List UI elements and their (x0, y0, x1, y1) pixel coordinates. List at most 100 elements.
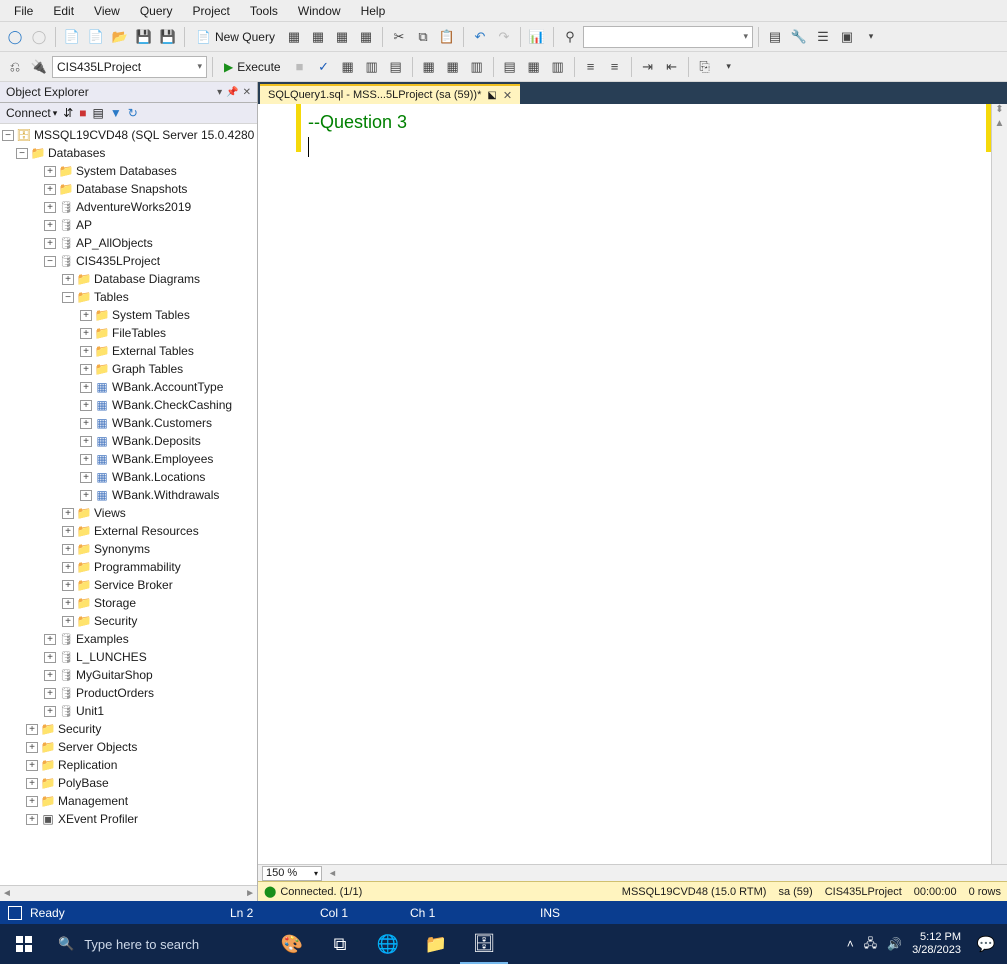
tab-close-icon[interactable]: ✕ (503, 89, 512, 102)
parse-button[interactable]: ✓ (313, 56, 335, 78)
cis435l-node[interactable]: CIS435LProject (76, 252, 160, 270)
menu-tools[interactable]: Tools (240, 2, 288, 20)
db-security-node[interactable]: Security (94, 612, 137, 630)
databases-node[interactable]: Databases (48, 144, 105, 162)
split-icon[interactable]: ⬍ (995, 104, 1003, 118)
code-editor[interactable]: --Question 3 ⬍ ▲ (258, 104, 1007, 864)
tray-volume-icon[interactable]: 🔊 (887, 937, 902, 951)
table-customers[interactable]: WBank.Customers (112, 414, 212, 432)
comment-button[interactable]: ≡ (580, 56, 602, 78)
dmx-query-button[interactable]: ▦ (307, 26, 329, 48)
taskbar-app-edge[interactable]: 🌐 (364, 924, 412, 964)
taskbar-app-copilot[interactable]: 🎨 (268, 924, 316, 964)
template-explorer-button[interactable]: ▣ (836, 26, 858, 48)
panel-close-icon[interactable]: ✕ (243, 87, 251, 98)
notification-button[interactable]: 💬 (971, 935, 1001, 953)
query-options-button[interactable]: ▥ (361, 56, 383, 78)
table-withdrawals[interactable]: WBank.Withdrawals (112, 486, 219, 504)
taskbar-clock[interactable]: 5:12 PM 3/28/2023 (912, 931, 961, 957)
new-project-button[interactable]: 📄 (61, 26, 83, 48)
disconnect-icon[interactable]: ⇵ (63, 106, 73, 120)
myguitarshop-db-node[interactable]: MyGuitarShop (76, 666, 153, 684)
programmability-node[interactable]: Programmability (94, 558, 181, 576)
service-broker-node[interactable]: Service Broker (94, 576, 173, 594)
nav-fwd-button[interactable]: ◯ (28, 26, 50, 48)
properties-button[interactable]: 🔧 (788, 26, 810, 48)
tray-chevron-icon[interactable]: ˄ (847, 937, 854, 951)
toolbox-button[interactable]: ☰ (812, 26, 834, 48)
polybase-node[interactable]: PolyBase (58, 774, 109, 792)
mdx-query-button[interactable]: ▦ (283, 26, 305, 48)
security-node[interactable]: Security (58, 720, 101, 738)
stop-icon[interactable]: ■ (79, 106, 86, 120)
scroll-left-icon[interactable]: ◄ (328, 868, 337, 878)
indent-button[interactable]: ⇥ (637, 56, 659, 78)
results-text-button[interactable]: ▤ (499, 56, 521, 78)
editor-tab-active[interactable]: SQLQuery1.sql - MSS...5LProject (sa (59)… (260, 84, 520, 104)
redo-button[interactable]: ↷ (493, 26, 515, 48)
graph-tables-node[interactable]: Graph Tables (112, 360, 183, 378)
specify-values-button[interactable]: ⎘ (694, 56, 716, 78)
views-node[interactable]: Views (94, 504, 126, 522)
xevent-profiler-node[interactable]: XEvent Profiler (58, 810, 138, 828)
table-locations[interactable]: WBank.Locations (112, 468, 205, 486)
undo-button[interactable]: ↶ (469, 26, 491, 48)
results-file-button[interactable]: ▥ (547, 56, 569, 78)
tab-pin-icon[interactable]: ⬕ (487, 90, 496, 101)
execute-button[interactable]: ▶ Execute (218, 56, 287, 78)
nav-back-button[interactable]: ◯ (4, 26, 26, 48)
activity-monitor-button[interactable]: 📊 (526, 26, 548, 48)
connect-button[interactable]: Connect▾ (6, 106, 57, 120)
server-node[interactable]: MSSQL19CVD48 (SQL Server 15.0.4280 (34, 126, 254, 144)
taskbar-app-ssms[interactable]: 🗄 (460, 924, 508, 964)
file-tables-node[interactable]: FileTables (112, 324, 166, 342)
menu-help[interactable]: Help (351, 2, 396, 20)
ap-allobjects-node[interactable]: AP_AllObjects (76, 234, 153, 252)
outdent-button[interactable]: ⇤ (661, 56, 683, 78)
refresh-icon[interactable]: ↻ (128, 106, 138, 120)
replication-node[interactable]: Replication (58, 756, 117, 774)
table-deposits[interactable]: WBank.Deposits (112, 432, 201, 450)
menu-view[interactable]: View (84, 2, 130, 20)
copy-button[interactable]: ⧉ (412, 26, 434, 48)
live-stats-button[interactable]: ▦ (442, 56, 464, 78)
taskbar-app-taskview[interactable]: ⧉ (316, 924, 364, 964)
examples-db-node[interactable]: Examples (76, 630, 129, 648)
db-diagrams-node[interactable]: Database Diagrams (94, 270, 200, 288)
filter-funnel-icon[interactable]: ▼ (110, 106, 122, 120)
new-item-button[interactable]: 📄 (85, 26, 107, 48)
use-db-button[interactable]: ⎌ (4, 56, 26, 78)
database-combo[interactable]: CIS435LProject▾ (52, 56, 207, 78)
db-snapshots-node[interactable]: Database Snapshots (76, 180, 187, 198)
menu-project[interactable]: Project (183, 2, 240, 20)
llunches-db-node[interactable]: L_LUNCHES (76, 648, 147, 666)
unit1-db-node[interactable]: Unit1 (76, 702, 104, 720)
editor-scroll-v[interactable]: ⬍ ▲ (991, 104, 1007, 864)
productorders-db-node[interactable]: ProductOrders (76, 684, 154, 702)
intellisense-button[interactable]: ▤ (385, 56, 407, 78)
code-content[interactable]: --Question 3 (300, 104, 991, 864)
panel-pin-icon[interactable]: 📌 (226, 87, 238, 98)
toolbar2-overflow[interactable]: ▾ (718, 56, 740, 78)
save-all-button[interactable]: 💾 (157, 26, 179, 48)
external-resources-node[interactable]: External Resources (94, 522, 199, 540)
management-node[interactable]: Management (58, 792, 128, 810)
menu-query[interactable]: Query (130, 2, 183, 20)
find-combo[interactable]: ▾ (583, 26, 753, 48)
system-databases-node[interactable]: System Databases (76, 162, 177, 180)
start-button[interactable] (0, 924, 48, 964)
table-checkcashing[interactable]: WBank.CheckCashing (112, 396, 232, 414)
xmla-query-button[interactable]: ▦ (331, 26, 353, 48)
client-stats-button[interactable]: ▥ (466, 56, 488, 78)
find-button[interactable]: ⚲ (559, 26, 581, 48)
object-explorer-scroll-h[interactable]: ◄► (0, 885, 257, 901)
panel-dropdown-icon[interactable]: ▾ (217, 87, 222, 98)
taskbar-app-explorer[interactable]: 📁 (412, 924, 460, 964)
object-explorer-tree[interactable]: −🗄MSSQL19CVD48 (SQL Server 15.0.4280 −📁D… (0, 124, 257, 885)
synonyms-node[interactable]: Synonyms (94, 540, 150, 558)
menu-edit[interactable]: Edit (43, 2, 84, 20)
registered-servers-button[interactable]: ▤ (764, 26, 786, 48)
actual-plan-button[interactable]: ▦ (418, 56, 440, 78)
change-conn-button[interactable]: 🔌 (28, 56, 50, 78)
dax-query-button[interactable]: ▦ (355, 26, 377, 48)
